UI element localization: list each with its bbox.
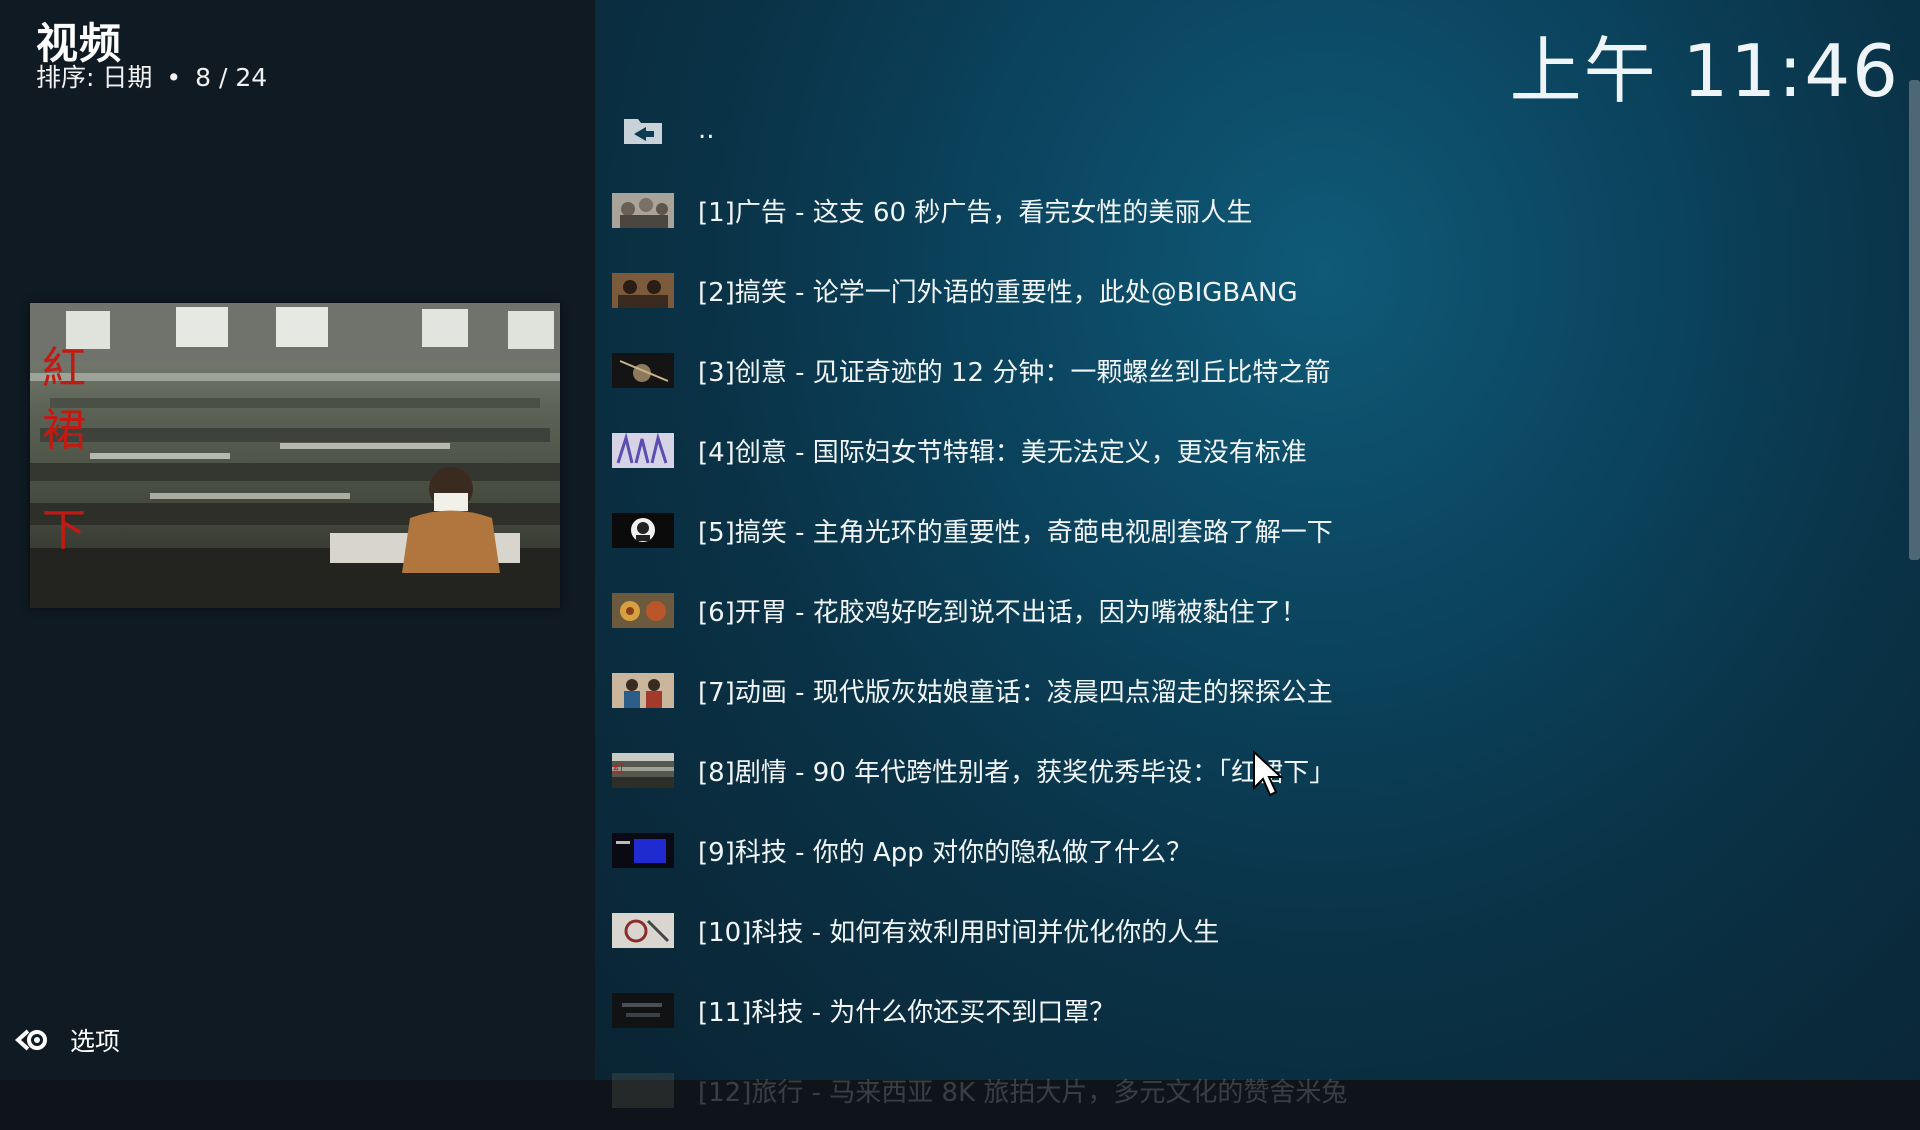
video-thumbnail	[612, 512, 674, 548]
video-thumbnail	[612, 672, 674, 708]
video-thumbnail	[612, 352, 674, 388]
list-item-label: [10]科技 - 如何有效利用时间并优化你的人生	[698, 917, 1220, 948]
list-item[interactable]: [3]创意 - 见证奇迹的 12 分钟：一颗螺丝到丘比特之箭	[612, 330, 1902, 410]
list-item-parent[interactable]: ..	[612, 90, 1902, 170]
svg-text:裙: 裙	[42, 405, 86, 456]
svg-text:紅: 紅	[42, 343, 86, 394]
folder-back-icon	[612, 113, 674, 148]
list-item[interactable]: [1]广告 - 这支 60 秒广告，看完女性的美丽人生	[612, 170, 1902, 250]
video-list: .. [1]广告 - 这支 60 秒广告，看完女性的美丽人生 [2]搞笑 - 论…	[612, 90, 1902, 1130]
item-position: 8 / 24	[195, 63, 268, 92]
list-item[interactable]: [6]开胃 - 花胶鸡好吃到说不出话，因为嘴被黏住了！	[612, 570, 1902, 650]
list-item[interactable]: [9]科技 - 你的 App 对你的隐私做了什么？	[612, 810, 1902, 890]
list-item-label: [8]剧情 - 90 年代跨性别者，获奖优秀毕设：「红裙下」	[698, 757, 1336, 788]
list-item-label: [1]广告 - 这支 60 秒广告，看完女性的美丽人生	[698, 197, 1253, 228]
options-button[interactable]: 选项	[14, 1022, 120, 1058]
list-item-label: [3]创意 - 见证奇迹的 12 分钟：一颗螺丝到丘比特之箭	[698, 357, 1331, 388]
list-item-label: [6]开胃 - 花胶鸡好吃到说不出话，因为嘴被黏住了！	[698, 597, 1307, 628]
left-panel: 视频 排序: 日期 • 8 / 24 紅 裙 下 选项	[0, 0, 595, 1080]
list-item[interactable]: [12]旅行 - 马来西亚 8K 旅拍大片，多元文化的赞舍米兔	[612, 1050, 1902, 1130]
video-thumbnail	[612, 832, 674, 868]
list-item[interactable]: [5]搞笑 - 主角光环的重要性，奇葩电视剧套路了解一下	[612, 490, 1902, 570]
sort-label: 排序: 日期	[36, 63, 153, 92]
list-item-label: [11]科技 - 为什么你还买不到口罩？	[698, 997, 1116, 1028]
list-item[interactable]: [7]动画 - 现代版灰姑娘童话：凌晨四点溜走的探探公主	[612, 650, 1902, 730]
video-thumbnail	[612, 912, 674, 948]
list-item[interactable]: [10]科技 - 如何有效利用时间并优化你的人生	[612, 890, 1902, 970]
list-item-label: [2]搞笑 - 论学一门外语的重要性，此处@BIGBANG	[698, 277, 1298, 308]
svg-text:下: 下	[42, 505, 86, 556]
options-label: 选项	[70, 1027, 121, 1056]
list-item[interactable]: [11]科技 - 为什么你还买不到口罩？	[612, 970, 1902, 1050]
preview-thumbnail: 紅 裙 下	[30, 303, 560, 608]
video-thumbnail	[612, 992, 674, 1028]
scrollbar[interactable]	[1909, 80, 1920, 560]
video-thumbnail	[612, 592, 674, 628]
factory-scene-image: 紅 裙 下	[30, 303, 560, 608]
list-item-label: [5]搞笑 - 主角光环的重要性，奇葩电视剧套路了解一下	[698, 517, 1333, 548]
sort-info[interactable]: 排序: 日期 • 8 / 24	[36, 58, 267, 94]
list-item[interactable]: [4]创意 - 国际妇女节特辑：美无法定义，更没有标准	[612, 410, 1902, 490]
list-item-label: [4]创意 - 国际妇女节特辑：美无法定义，更没有标准	[698, 437, 1307, 468]
video-thumbnail	[612, 192, 674, 228]
list-item[interactable]: [2]搞笑 - 论学一门外语的重要性，此处@BIGBANG	[612, 250, 1902, 330]
video-thumbnail: 紅	[612, 752, 674, 788]
video-thumbnail	[612, 432, 674, 468]
video-thumbnail	[612, 272, 674, 308]
list-item-label: [7]动画 - 现代版灰姑娘童话：凌晨四点溜走的探探公主	[698, 677, 1333, 708]
list-item-label: ..	[698, 115, 715, 145]
list-item-label: [9]科技 - 你的 App 对你的隐私做了什么？	[698, 837, 1193, 868]
video-thumbnail	[612, 1072, 674, 1108]
gear-arrow-icon	[15, 1029, 47, 1051]
mouse-cursor-icon	[1253, 750, 1284, 797]
list-item-label: [12]旅行 - 马来西亚 8K 旅拍大片，多元文化的赞舍米兔	[698, 1077, 1348, 1108]
separator-dot: •	[166, 63, 182, 92]
svg-text:紅: 紅	[613, 762, 625, 776]
